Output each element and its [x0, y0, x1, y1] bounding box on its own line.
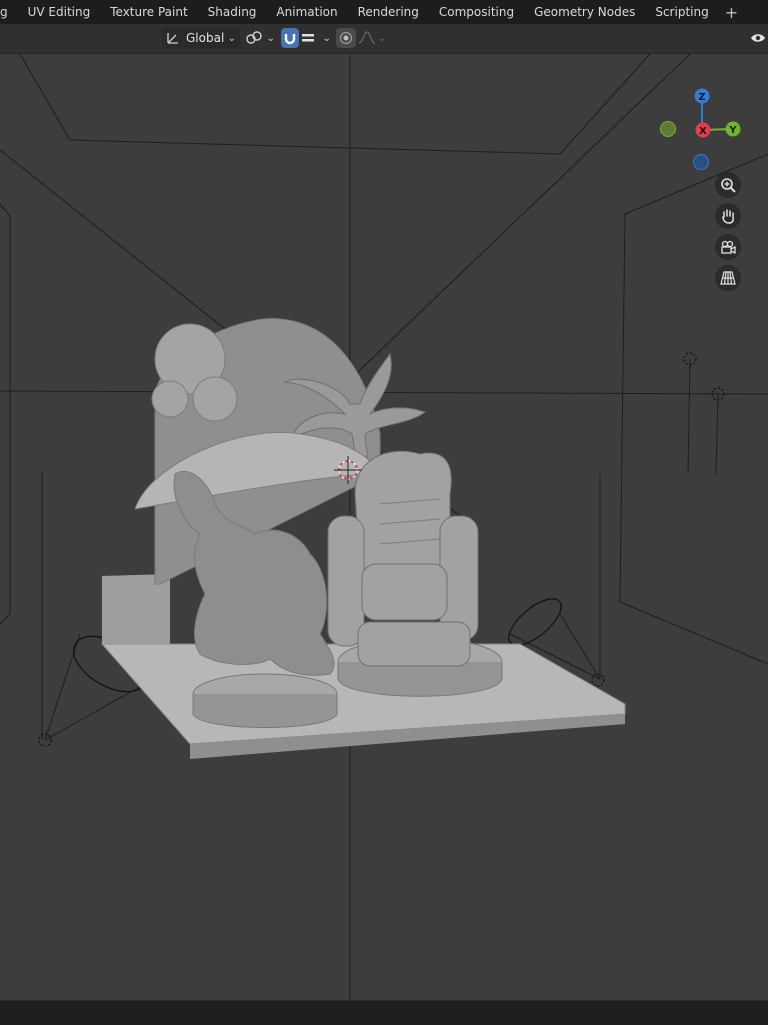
perspective-grid-icon [720, 271, 736, 285]
transform-axes-icon [167, 33, 178, 44]
scene-render [0, 54, 768, 1000]
falloff-curve-icon [358, 31, 376, 44]
add-workspace-icon[interactable]: + [719, 3, 744, 22]
tab-compositing[interactable]: Compositing [429, 0, 524, 24]
gizmo-y-label: Y [728, 125, 737, 136]
transform-orientation-dropdown[interactable]: Global ⌄ [162, 28, 240, 48]
snap-toggle[interactable] [281, 28, 299, 48]
tab-geometry-nodes[interactable]: Geometry Nodes [524, 0, 645, 24]
zoom-button[interactable] [715, 172, 741, 198]
tab-uv-editing[interactable]: UV Editing [18, 0, 101, 24]
workspace-tab-bar: g UV Editing Texture Paint Shading Anima… [0, 0, 768, 24]
tab-shading[interactable]: Shading [198, 0, 267, 24]
transform-orientation-label: Global [186, 31, 225, 45]
status-bar [0, 1000, 768, 1025]
tab-animation[interactable]: Animation [266, 0, 347, 24]
tab-layout-partial[interactable]: g [0, 0, 18, 24]
magnet-icon [284, 34, 296, 45]
camera-view-button[interactable] [715, 234, 741, 260]
pivot-point-dropdown[interactable]: ⌄ [245, 28, 275, 48]
falloff-dropdown[interactable]: ⌄ [358, 28, 386, 48]
snap-target-dropdown[interactable]: ⌄ [301, 28, 331, 48]
eye-icon [751, 34, 765, 42]
visibility-toggle[interactable] [750, 28, 768, 48]
chevron-down-icon: ⌄ [266, 32, 275, 44]
tab-scripting[interactable]: Scripting [645, 0, 718, 24]
camera-view-icon [721, 240, 736, 255]
tab-texture-paint[interactable]: Texture Paint [100, 0, 197, 24]
chevron-down-icon: ⌄ [377, 32, 386, 44]
navigation-gizmo[interactable]: Z X Y [652, 84, 752, 184]
3d-viewport[interactable]: Z X Y [0, 54, 768, 1000]
zoom-icon [721, 178, 736, 193]
link-chain-icon [246, 31, 262, 44]
tab-rendering[interactable]: Rendering [348, 0, 429, 24]
pan-button[interactable] [715, 203, 741, 229]
hand-pan-icon [722, 209, 734, 224]
gizmo-z-label: Z [698, 92, 705, 103]
proportional-editing-icon [339, 31, 353, 45]
gizmo-x-label: X [699, 126, 707, 137]
proportional-editing-toggle[interactable] [336, 28, 356, 48]
chevron-down-icon: ⌄ [227, 32, 236, 44]
viewport-header: Global ⌄ ⌄ ⌄ ⌄ [0, 24, 768, 54]
snap-increment-icon [302, 34, 314, 42]
perspective-toggle-button[interactable] [715, 265, 741, 291]
chevron-down-icon: ⌄ [322, 32, 331, 44]
